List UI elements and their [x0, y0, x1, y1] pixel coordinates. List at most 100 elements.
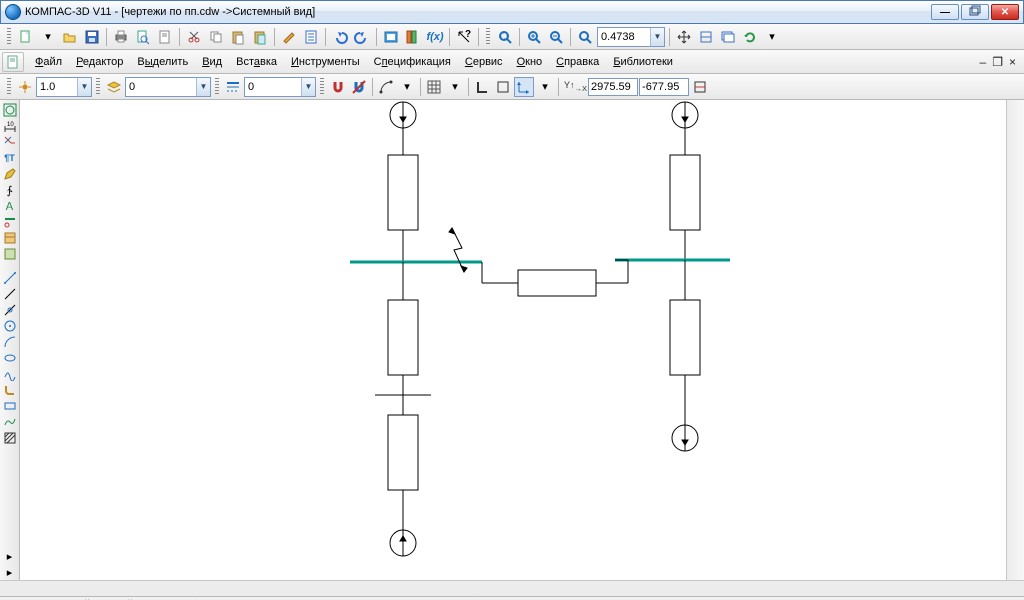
- circle-tool[interactable]: [1, 318, 19, 334]
- zoom-fit-button[interactable]: [495, 27, 515, 47]
- menu-file[interactable]: Файл: [28, 53, 69, 71]
- mdi-close[interactable]: ×: [1009, 55, 1016, 69]
- geometry-tool[interactable]: [1, 102, 19, 118]
- zoom-in-button[interactable]: [524, 27, 544, 47]
- line-alt-1[interactable]: [1, 286, 19, 302]
- save-button[interactable]: [82, 27, 102, 47]
- menu-service[interactable]: Сервис: [458, 53, 510, 71]
- zoom-prev-button[interactable]: [696, 27, 716, 47]
- new-dropdown[interactable]: ▾: [38, 27, 58, 47]
- copy-button[interactable]: [206, 27, 226, 47]
- measure-tool[interactable]: Ａ: [1, 198, 19, 214]
- scale-combo[interactable]: ▼: [36, 77, 92, 97]
- toolbar-grip-2[interactable]: [486, 28, 490, 46]
- linestyle-button[interactable]: [223, 77, 243, 97]
- redraw-button[interactable]: [718, 27, 738, 47]
- current-state-button[interactable]: [15, 77, 35, 97]
- menu-edit[interactable]: Редактор: [69, 53, 130, 71]
- refresh-button[interactable]: [740, 27, 760, 47]
- hatch-tool[interactable]: [1, 430, 19, 446]
- arc-tool-side[interactable]: [1, 334, 19, 350]
- coord-y-input[interactable]: [639, 78, 689, 96]
- menu-spec[interactable]: Спецификация: [367, 53, 458, 71]
- properties-button[interactable]: [301, 27, 321, 47]
- menu-insert[interactable]: Вставка: [229, 53, 284, 71]
- zoom-out-button[interactable]: [546, 27, 566, 47]
- rect-tool[interactable]: [1, 398, 19, 414]
- style-combo[interactable]: ▼: [244, 77, 316, 97]
- cut-button[interactable]: [184, 27, 204, 47]
- zoom-input[interactable]: [598, 29, 650, 45]
- zoom-combo[interactable]: ▼: [597, 27, 665, 47]
- props-grip-2[interactable]: [96, 78, 100, 96]
- menu-window[interactable]: Окно: [510, 53, 550, 71]
- bottom-scroll[interactable]: [0, 580, 1024, 596]
- refresh-dropdown[interactable]: ▾: [762, 27, 782, 47]
- mdi-restore[interactable]: ❐: [992, 55, 1003, 69]
- style-dropdown-icon[interactable]: ▼: [301, 78, 315, 96]
- props-grip-3[interactable]: [215, 78, 219, 96]
- library-button[interactable]: [403, 27, 423, 47]
- open-button[interactable]: [60, 27, 80, 47]
- menu-help[interactable]: Справка: [549, 53, 606, 71]
- expand-1[interactable]: ▸: [1, 548, 19, 564]
- ortho-button[interactable]: [472, 77, 492, 97]
- line-alt-2[interactable]: [1, 302, 19, 318]
- close-button[interactable]: ✕: [991, 4, 1019, 20]
- props-grip-4[interactable]: [320, 78, 324, 96]
- help-button[interactable]: ?: [454, 27, 474, 47]
- pan-button[interactable]: [674, 27, 694, 47]
- expand-2[interactable]: ▸: [1, 564, 19, 580]
- select-tool[interactable]: [1, 214, 19, 230]
- snap-button[interactable]: [328, 77, 348, 97]
- toolbar-grip[interactable]: [7, 28, 11, 46]
- arc-button[interactable]: [376, 77, 396, 97]
- page-setup-button[interactable]: [155, 27, 175, 47]
- manager-button[interactable]: [381, 27, 401, 47]
- dimensions-tool[interactable]: 10: [1, 118, 19, 134]
- grid-dropdown[interactable]: ▾: [445, 77, 465, 97]
- layers-button[interactable]: [104, 77, 124, 97]
- symbols-tool[interactable]: [1, 134, 19, 150]
- local-cs-button[interactable]: [514, 77, 534, 97]
- style-input[interactable]: [245, 79, 301, 95]
- preview-button[interactable]: [133, 27, 153, 47]
- variables-button[interactable]: f(x): [425, 27, 445, 47]
- minimize-button[interactable]: —: [931, 4, 959, 20]
- props-grip-1[interactable]: [7, 78, 11, 96]
- menu-view[interactable]: Вид: [195, 53, 229, 71]
- new-button[interactable]: [16, 27, 36, 47]
- menu-select[interactable]: Выделить: [130, 53, 195, 71]
- paste-button[interactable]: [228, 27, 248, 47]
- right-scroll[interactable]: [1006, 100, 1024, 580]
- arc-dropdown[interactable]: ▾: [397, 77, 417, 97]
- drawing-canvas[interactable]: [20, 100, 1006, 580]
- ellipse-tool[interactable]: [1, 350, 19, 366]
- report-tool[interactable]: [1, 246, 19, 262]
- paste-special-button[interactable]: [250, 27, 270, 47]
- snap-disable-button[interactable]: [349, 77, 369, 97]
- local-cs-dropdown[interactable]: ▾: [535, 77, 555, 97]
- menu-tools[interactable]: Инструменты: [284, 53, 367, 71]
- param-tool[interactable]: ∱: [1, 182, 19, 198]
- doc-menu-button[interactable]: [2, 52, 24, 72]
- scale-dropdown-icon[interactable]: ▼: [77, 78, 91, 96]
- coord-x-input[interactable]: [588, 78, 638, 96]
- mdi-minimize[interactable]: –: [980, 55, 987, 69]
- zoom-dropdown-icon[interactable]: ▼: [650, 28, 664, 46]
- grid-button[interactable]: [424, 77, 444, 97]
- fillet-tool[interactable]: [1, 382, 19, 398]
- layer-combo[interactable]: ▼: [125, 77, 211, 97]
- coord-button[interactable]: [690, 77, 710, 97]
- menu-libs[interactable]: Библиотеки: [606, 53, 680, 71]
- brush-button[interactable]: [279, 27, 299, 47]
- print-button[interactable]: [111, 27, 131, 47]
- redo-button[interactable]: [352, 27, 372, 47]
- zoom-window-button[interactable]: [575, 27, 595, 47]
- layer-dropdown-icon[interactable]: ▼: [196, 78, 210, 96]
- text-tool[interactable]: ¶T: [1, 150, 19, 166]
- spec-tool[interactable]: [1, 230, 19, 246]
- undo-button[interactable]: [330, 27, 350, 47]
- edit-tool[interactable]: [1, 166, 19, 182]
- scale-input[interactable]: [37, 79, 77, 95]
